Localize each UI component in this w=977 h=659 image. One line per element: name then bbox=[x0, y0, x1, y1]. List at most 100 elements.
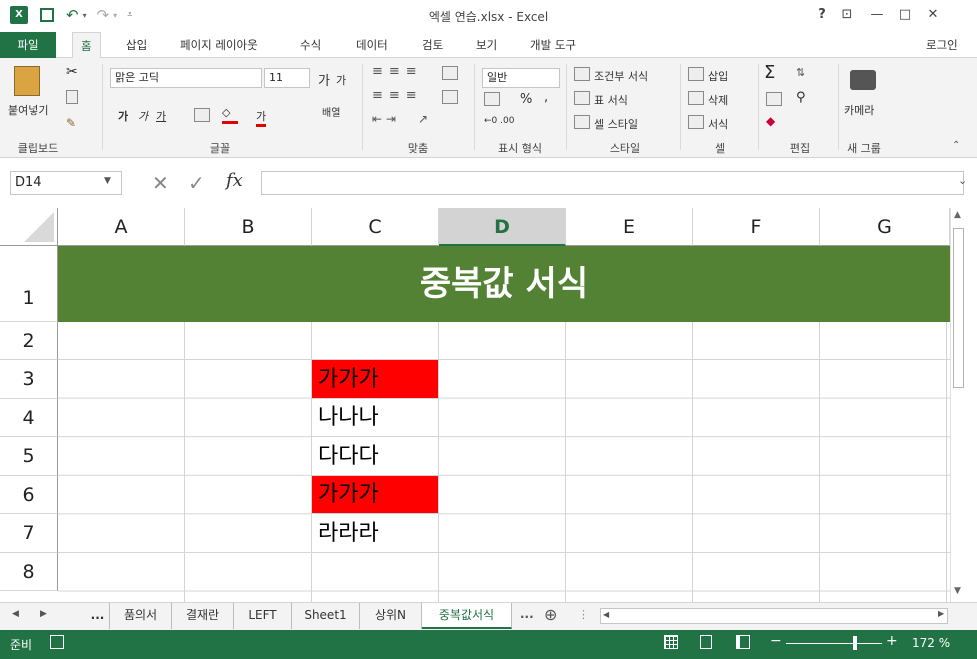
prev-sheet-icon[interactable]: ◀ bbox=[12, 609, 19, 619]
zoom-slider[interactable] bbox=[786, 643, 882, 644]
cell-c7[interactable]: 라라라 bbox=[312, 514, 439, 553]
tab-splitter-icon[interactable]: ⋮ bbox=[578, 608, 589, 621]
paste-icon[interactable] bbox=[14, 66, 40, 96]
sheet-tab[interactable]: Sheet1 bbox=[292, 603, 360, 629]
sheet-tab[interactable]: LEFT bbox=[234, 603, 292, 629]
column-header-b[interactable]: B bbox=[185, 208, 312, 246]
tab-file[interactable]: 파일 bbox=[0, 32, 56, 58]
row-header-6[interactable]: 6 bbox=[0, 476, 58, 514]
cut-icon[interactable]: ✂ bbox=[66, 64, 78, 80]
fill-icon[interactable] bbox=[766, 92, 782, 106]
italic-button[interactable]: 가 bbox=[138, 108, 148, 124]
shrink-font-button[interactable]: 가 bbox=[336, 72, 346, 88]
zoom-in-icon[interactable]: + bbox=[886, 633, 898, 649]
column-header-g[interactable]: G bbox=[820, 208, 950, 246]
insert-cells-button[interactable]: 삽입 bbox=[708, 68, 728, 84]
select-all-corner[interactable] bbox=[0, 208, 58, 246]
indent-icons[interactable]: ⇤ ⇥ bbox=[372, 112, 396, 126]
tab-home[interactable]: 홈 bbox=[72, 32, 101, 59]
new-sheet-icon[interactable]: ⊕ bbox=[544, 605, 557, 624]
cancel-icon[interactable]: ✕ bbox=[152, 171, 169, 195]
column-header-c[interactable]: C bbox=[312, 208, 439, 246]
autosum-icon[interactable]: Σ bbox=[764, 62, 775, 83]
tab-developer[interactable]: 개발 도구 bbox=[522, 32, 584, 58]
login-link[interactable]: 로그인 bbox=[922, 32, 962, 58]
scroll-down-icon[interactable]: ▼ bbox=[954, 586, 961, 596]
tab-review[interactable]: 검토 bbox=[414, 32, 451, 58]
scroll-right-icon[interactable]: ▶ bbox=[938, 609, 944, 618]
paste-label[interactable]: 붙여넣기 bbox=[8, 102, 48, 118]
scroll-left-icon[interactable]: ◀ bbox=[603, 610, 609, 619]
conditional-format-button[interactable]: 조건부 서식 bbox=[594, 68, 648, 84]
zoom-slider-thumb[interactable] bbox=[853, 636, 858, 650]
fill-color-icon[interactable]: ◇ bbox=[222, 106, 238, 124]
orientation-icon[interactable]: ↗ bbox=[418, 112, 428, 126]
maximize-button[interactable]: □ bbox=[894, 4, 916, 26]
underline-button[interactable]: 가 bbox=[156, 108, 166, 124]
phonetic-button[interactable]: 배열 bbox=[322, 104, 340, 119]
normal-view-icon[interactable] bbox=[664, 635, 678, 649]
enter-icon[interactable]: ✓ bbox=[188, 171, 205, 195]
cell-c4[interactable]: 나나나 bbox=[312, 399, 439, 437]
font-color-button[interactable]: 가 bbox=[256, 108, 267, 127]
macro-record-icon[interactable] bbox=[50, 635, 64, 649]
formula-input[interactable] bbox=[261, 171, 964, 195]
column-header-f[interactable]: F bbox=[693, 208, 820, 246]
ribbon-display-options-button[interactable]: ⊡ bbox=[836, 4, 858, 26]
percent-button[interactable]: % bbox=[520, 92, 532, 107]
tab-data[interactable]: 데이터 bbox=[348, 32, 396, 58]
minimize-button[interactable]: — bbox=[866, 4, 888, 26]
next-sheet-icon[interactable]: ▶ bbox=[40, 609, 47, 619]
page-layout-view-icon[interactable] bbox=[700, 635, 712, 649]
camera-button[interactable]: 카메라 bbox=[844, 102, 874, 118]
expand-formula-bar-icon[interactable]: ⌄ bbox=[958, 174, 967, 187]
cell-c6[interactable]: 가가가 bbox=[312, 476, 439, 514]
merged-title-cell[interactable]: 중복값 서식 bbox=[58, 246, 950, 322]
vertical-scrollbar[interactable]: ▲ ▼ bbox=[950, 208, 966, 602]
cell-style-button[interactable]: 셀 스타일 bbox=[594, 116, 638, 132]
row-header-1[interactable]: 1 bbox=[0, 246, 58, 322]
align-horizontal-icons[interactable]: ≡≡≡ bbox=[372, 88, 423, 103]
horizontal-scrollbar[interactable]: ◀ bbox=[600, 608, 948, 624]
border-icon[interactable] bbox=[194, 108, 210, 122]
column-header-e[interactable]: E bbox=[566, 208, 693, 246]
delete-cells-button[interactable]: 삭제 bbox=[708, 92, 728, 108]
sheet-tab-active[interactable]: 중복값서식 bbox=[422, 603, 512, 629]
table-format-button[interactable]: 표 서식 bbox=[594, 92, 628, 108]
collapse-ribbon-icon[interactable]: ⌃ bbox=[952, 140, 960, 151]
sheet-overflow-left[interactable]: ... bbox=[86, 603, 110, 629]
find-select-icon[interactable]: ⚲ bbox=[796, 90, 806, 105]
insert-function-button[interactable]: fx bbox=[226, 170, 243, 191]
tab-view[interactable]: 보기 bbox=[468, 32, 505, 58]
tab-page-layout[interactable]: 페이지 레이아웃 bbox=[172, 32, 266, 58]
wrap-text-icon[interactable] bbox=[442, 66, 458, 80]
sheet-tab[interactable]: 품의서 bbox=[110, 603, 172, 629]
align-top-icons[interactable]: ≡≡≡ bbox=[372, 64, 423, 79]
tab-formulas[interactable]: 수식 bbox=[292, 32, 329, 58]
row-header-3[interactable]: 3 bbox=[0, 360, 58, 399]
zoom-level[interactable]: 172 % bbox=[912, 636, 950, 650]
column-header-d[interactable]: D bbox=[439, 208, 566, 246]
tab-insert[interactable]: 삽입 bbox=[118, 32, 155, 58]
font-name-combo[interactable]: 맑은 고딕 bbox=[110, 68, 262, 88]
sheet-tab[interactable]: 결재란 bbox=[172, 603, 234, 629]
zoom-out-icon[interactable]: − bbox=[770, 633, 782, 649]
camera-icon[interactable] bbox=[850, 70, 876, 90]
scroll-up-icon[interactable]: ▲ bbox=[954, 210, 961, 220]
comma-button[interactable]: , bbox=[544, 90, 548, 105]
sheet-tab[interactable]: 상위N bbox=[360, 603, 422, 629]
name-box-dropdown-icon[interactable]: ▼ bbox=[104, 176, 111, 186]
close-button[interactable]: ✕ bbox=[922, 4, 944, 26]
decimal-buttons-icon[interactable]: ←0 .00 bbox=[484, 116, 514, 126]
vertical-scroll-thumb[interactable] bbox=[953, 228, 964, 388]
bold-button[interactable]: 가 bbox=[118, 108, 128, 124]
row-header-2[interactable]: 2 bbox=[0, 322, 58, 360]
row-header-7[interactable]: 7 bbox=[0, 514, 58, 553]
font-size-combo[interactable]: 11 bbox=[264, 68, 310, 88]
format-cells-button[interactable]: 서식 bbox=[708, 116, 728, 132]
grow-font-button[interactable]: 가 bbox=[318, 70, 330, 89]
number-format-combo[interactable]: 일반 bbox=[482, 68, 560, 88]
sheet-overflow-right[interactable]: ... bbox=[520, 607, 534, 621]
accounting-format-icon[interactable] bbox=[484, 92, 500, 106]
copy-icon[interactable] bbox=[66, 90, 78, 104]
